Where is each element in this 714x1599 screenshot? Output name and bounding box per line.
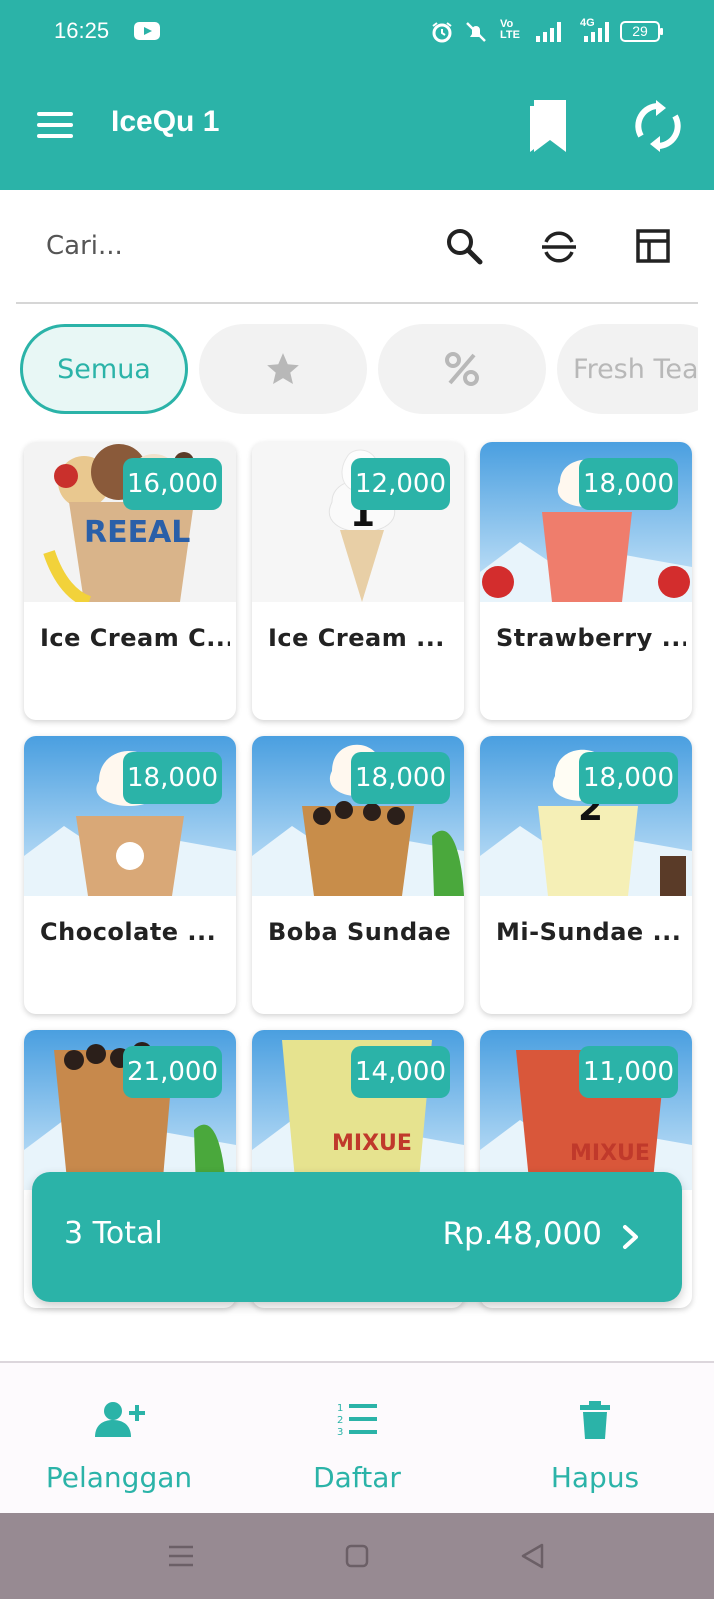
battery-icon: 29 <box>620 21 663 42</box>
svg-text:MIXUE: MIXUE <box>332 1131 412 1156</box>
chip-discount[interactable] <box>378 324 546 414</box>
alarm-icon <box>432 22 452 43</box>
bottom-nav: Pelanggan 1 2 3 Daftar Hapus <box>0 1361 714 1513</box>
status-time: 16:25 <box>54 18 110 43</box>
chip-semua[interactable]: Semua <box>20 324 188 414</box>
price-badge: 18,000 <box>579 458 678 510</box>
svg-text:1: 1 <box>337 1403 343 1414</box>
home-icon[interactable] <box>342 1541 372 1571</box>
signal-bars-icon <box>536 22 564 42</box>
svg-text:MIXUE: MIXUE <box>570 1141 650 1166</box>
product-card[interactable]: REEAL 16,000 Ice Cream C... <box>24 442 236 720</box>
layout-icon[interactable] <box>636 228 670 264</box>
product-card[interactable]: 18,000 Chocolate ... <box>24 736 236 1014</box>
youtube-notification-icon <box>134 22 160 40</box>
bookmark-icon[interactable] <box>520 96 572 156</box>
recent-apps-icon[interactable] <box>166 1541 196 1571</box>
search-icon[interactable] <box>444 226 484 266</box>
menu-icon[interactable] <box>37 112 73 138</box>
sync-icon[interactable] <box>634 100 682 152</box>
product-name: Strawberry ... <box>496 624 686 652</box>
numbered-list-icon: 1 2 3 <box>337 1403 377 1437</box>
price-badge: 18,000 <box>579 752 678 804</box>
trash-icon <box>580 1401 610 1439</box>
price-badge: 14,000 <box>351 1046 450 1098</box>
price-badge: 18,000 <box>123 752 222 804</box>
chip-fresh-tea[interactable]: Fresh Tea <box>557 324 698 414</box>
price-badge: 16,000 <box>123 458 222 510</box>
back-icon[interactable] <box>518 1541 548 1571</box>
price-badge: 12,000 <box>351 458 450 510</box>
chip-favorites[interactable] <box>199 324 367 414</box>
volte-label: Vo LTE <box>500 18 520 41</box>
cart-count: 3 Total <box>64 1216 163 1251</box>
product-name: Chocolate ... <box>40 918 217 946</box>
status-bar: 16:25 Vo LTE 4G 29 <box>0 0 714 62</box>
product-card[interactable]: 18,000 Strawberry ... <box>480 442 692 720</box>
product-name: Mi-Sundae ... <box>496 918 682 946</box>
product-name: Ice Cream ... <box>268 624 445 652</box>
signal-bars-2-icon <box>584 22 612 42</box>
price-badge: 11,000 <box>579 1046 678 1098</box>
cart-total-amount: Rp.48,000 <box>442 1216 602 1252</box>
add-user-icon <box>95 1402 145 1437</box>
nav-label: Hapus <box>550 1461 640 1494</box>
nav-label: Daftar <box>313 1461 401 1494</box>
star-icon <box>267 353 299 385</box>
svg-text:3: 3 <box>337 1427 343 1437</box>
product-card[interactable]: 1 12,000 Ice Cream ... <box>252 442 464 720</box>
scan-icon[interactable] <box>540 228 578 266</box>
product-name: Ice Cream C... <box>40 624 230 652</box>
price-badge: 18,000 <box>351 752 450 804</box>
price-badge: 21,000 <box>123 1046 222 1098</box>
nav-daftar[interactable]: 1 2 3 Daftar <box>238 1363 476 1515</box>
nav-label: Pelanggan <box>45 1461 193 1494</box>
nav-pelanggan[interactable]: Pelanggan <box>0 1363 238 1515</box>
chevron-right-icon <box>623 1225 638 1249</box>
product-card[interactable]: 2 18,000 Mi-Sundae ... <box>480 736 692 1014</box>
app-title: IceQu 1 <box>111 105 220 138</box>
cart-total-bar[interactable]: 3 Total Rp.48,000 <box>32 1172 682 1302</box>
search-input[interactable] <box>46 224 406 268</box>
percent-icon <box>445 352 479 386</box>
mute-icon <box>466 22 486 42</box>
svg-text:REEAL: REEAL <box>84 515 190 550</box>
search-bar <box>16 190 698 304</box>
system-nav-bar <box>0 1513 714 1599</box>
nav-hapus[interactable]: Hapus <box>476 1363 714 1515</box>
app-bar: IceQu 1 <box>0 62 714 190</box>
category-chips: Semua Fresh Tea <box>20 324 698 416</box>
svg-text:2: 2 <box>337 1415 343 1426</box>
product-name: Boba Sundae <box>268 918 452 946</box>
product-card[interactable]: 18,000 Boba Sundae <box>252 736 464 1014</box>
